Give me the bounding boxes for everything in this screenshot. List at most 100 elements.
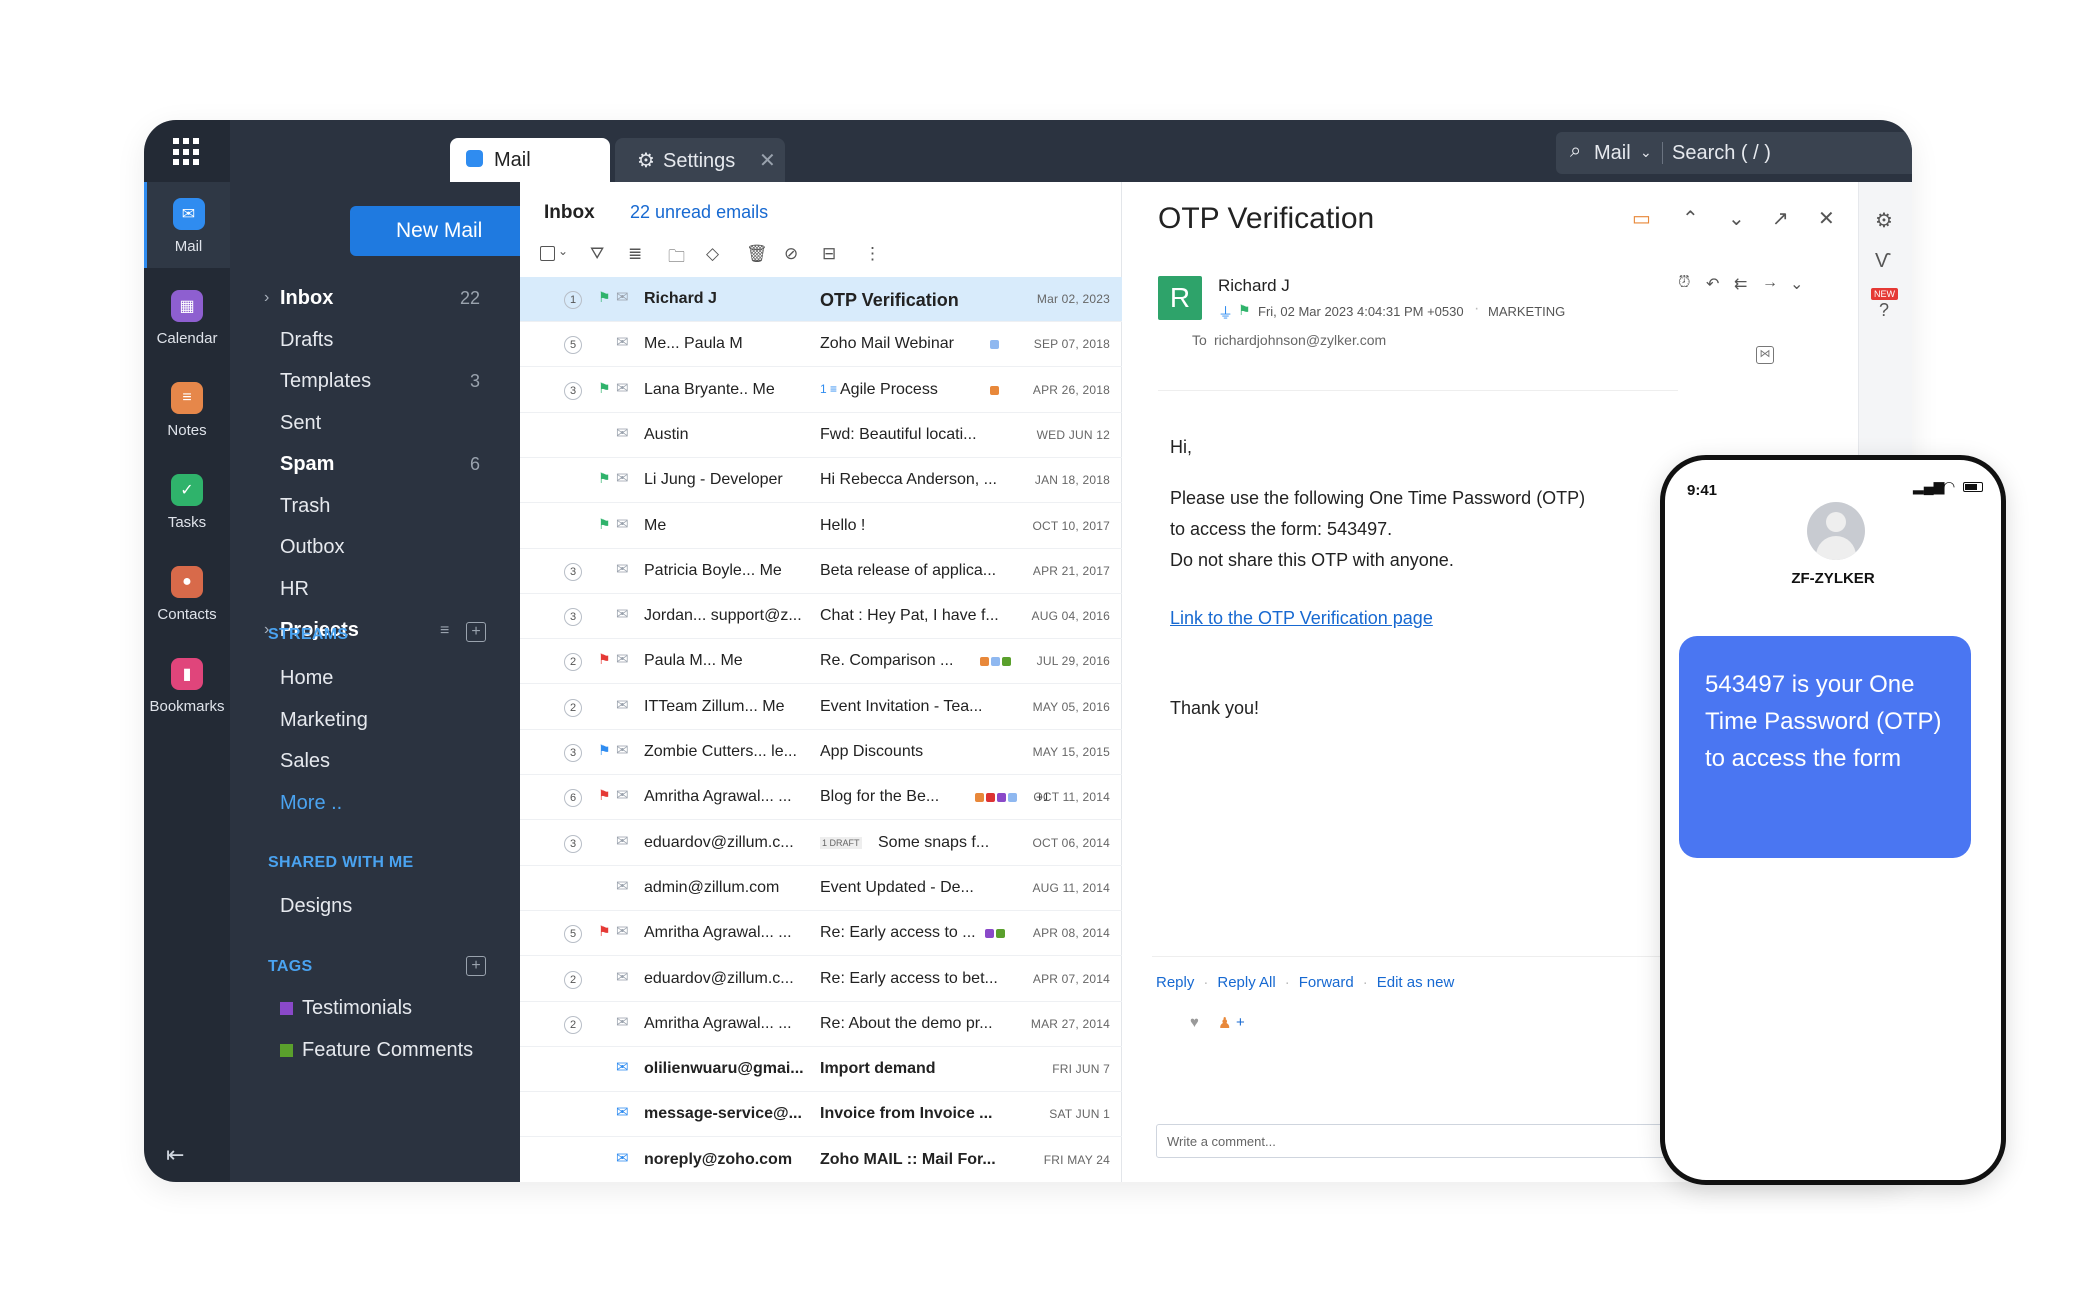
rail-app-notes[interactable]: ≡ Notes [144,366,230,452]
mail-row[interactable]: 3 ✉ Patricia Boyle... Me Beta release of ap… [520,549,1122,594]
action-reply[interactable]: Reply [1156,974,1194,991]
mail-row[interactable]: 2 ✉ eduardov@zillum.c... Re: Early access t… [520,957,1122,1002]
folder-move-icon[interactable]: 🗀︎ [668,244,685,273]
mail-row[interactable]: 5 ⚑ ✉ Amritha Agrawal... ... Re: Early acces… [520,911,1122,957]
add-reaction-icon[interactable]: + [1236,1014,1245,1031]
search-bar[interactable]: ⌕ Mail ⌄ Search ( / ) [1556,132,1912,174]
flag-icon[interactable]: ⚑ [598,516,611,533]
folder-templates[interactable]: Templates 3 [230,361,520,401]
spam-block-icon[interactable]: ⊘ [784,244,798,264]
folder-inbox[interactable]: › Inbox 22 [230,278,520,318]
mail-row[interactable]: ✉ message-service@... Invoice from Invoice… [520,1092,1122,1138]
tag-icon[interactable]: ◇ [706,244,719,264]
rail-app-contacts[interactable]: ● Contacts [144,550,230,636]
select-checkbox[interactable] [540,246,555,261]
expand-chevron-icon[interactable]: › [264,278,269,318]
mail-row[interactable]: 2 ⚑ ✉ Paula M... Me Re. Comparison ... JUL 29… [520,639,1122,685]
open-new-window-icon[interactable]: ↗ [1772,206,1789,231]
archive-icon[interactable]: ⊟ [822,244,836,264]
otp-verification-link[interactable]: Link to the OTP Verification page [1170,608,1433,629]
tag-item[interactable]: Feature Comments [230,1030,520,1070]
rail-app-mail[interactable]: ✉ Mail [144,182,230,268]
recipient-address[interactable]: richardjohnson@zylker.com [1214,332,1386,348]
mail-row[interactable]: 3 ⚑ ✉ Zombie Cutters... le... App Discounts M… [520,730,1122,775]
previous-email-icon[interactable]: ⌃ [1682,206,1699,231]
action-reply-all[interactable]: Reply All [1217,974,1275,991]
search-input[interactable]: Search ( / ) [1672,142,1771,165]
mail-row[interactable]: 5 ✉ Me... Paula M Zoho Mail Webinar SEP 07, … [520,322,1122,368]
streams-more-link[interactable]: More .. [230,783,520,823]
next-email-icon[interactable]: ⌄ [1728,206,1745,231]
mail-row[interactable]: 2 ✉ Amritha Agrawal... ... Re: About the de… [520,1002,1122,1047]
stream-home[interactable]: Home [230,658,520,698]
folder-hr[interactable]: HR [230,569,520,609]
rail-app-bookmarks[interactable]: ▮ Bookmarks [144,642,230,728]
flag-icon[interactable]: ⚑ [598,742,611,759]
sender-name[interactable]: Richard J [1218,276,1290,296]
mail-row[interactable]: ✉ admin@zillum.com Event Updated - De... AU… [520,866,1122,911]
flag-icon[interactable]: ⚑ [598,470,611,487]
mail-row[interactable]: ✉ Austin Fwd: Beautiful locati... WED JUN 1… [520,413,1122,458]
flag-icon[interactable]: ⚑ [598,923,611,940]
mail-row[interactable]: ✉ noreply@zoho.com Zoho MAIL :: Mail For..… [520,1138,1122,1182]
mail-row[interactable]: 6 ⚑ ✉ Amritha Agrawal... ... Blog for the Be… [520,775,1122,821]
add-tag-icon[interactable]: + [466,956,486,976]
flag-icon[interactable]: ⚑ [598,380,611,397]
action-edit-as-new[interactable]: Edit as new [1377,974,1455,991]
unread-emails-link[interactable]: 22 unread emails [630,202,768,223]
folder-drafts[interactable]: Drafts [230,320,520,360]
mention-icon[interactable]: ♟ [1218,1014,1231,1032]
collapse-sidebar-icon[interactable]: ⇤ [166,1142,184,1168]
tag-item[interactable]: Testimonials [230,988,520,1028]
rail-app-calendar[interactable]: ▦ Calendar [144,274,230,360]
select-chevron-icon[interactable]: ⌄ [558,244,568,258]
shared-item-designs[interactable]: Designs [230,886,520,926]
reminder-icon[interactable]: ⏰︎ [1678,274,1690,292]
settings-icon[interactable]: ⚙ [1875,208,1893,233]
view-options-icon[interactable]: ≣ [628,244,642,264]
stream-filter-icon[interactable]: ≡ [440,622,449,640]
folder-sent[interactable]: Sent [230,403,520,443]
mail-row[interactable]: ✉ olilienwuaru@gmai... Import demand FRI JU… [520,1047,1122,1093]
folder-outbox[interactable]: Outbox [230,527,520,567]
folder-spam[interactable]: Spam 6 [230,444,520,484]
forward-icon[interactable]: → [1762,274,1778,292]
rail-app-tasks[interactable]: ✓ Tasks [144,458,230,544]
stream-marketing[interactable]: Marketing [230,700,520,740]
help-icon[interactable]: ? [1879,300,1889,321]
tab-settings[interactable]: ⚙ Settings ✕ [615,138,785,182]
delete-icon[interactable]: 🗑︎ [746,244,768,264]
flag-icon[interactable]: ⚑ [598,651,611,668]
search-scope[interactable]: Mail [1594,142,1631,165]
mail-row[interactable]: 2 ✉ ITTeam Zillum... Me Event Invitation - … [520,685,1122,730]
more-chevron-icon[interactable]: ⌄ [1790,274,1803,294]
green-flag-icon[interactable]: ⚑ [1238,302,1251,319]
flag-icon[interactable]: ⚑ [598,289,611,306]
mail-row[interactable]: ⚑ ✉ Me Hello ! OCT 10, 2017 [520,504,1122,549]
action-forward[interactable]: Forward [1299,974,1354,991]
close-tab-icon[interactable]: ✕ [759,148,776,173]
mail-row[interactable]: ⚑ ✉ Li Jung - Developer Hi Rebecca Anderson… [520,458,1122,504]
flag-icon[interactable]: ⚑ [598,787,611,804]
add-stream-icon[interactable]: + [466,622,486,642]
tab-mail[interactable]: Mail [450,138,610,182]
like-icon[interactable]: ♥ [1190,1014,1199,1031]
mail-row[interactable]: 1 ⚑ ✉ Richard J OTP Verification Mar 02, 2023 [520,277,1122,322]
mail-row[interactable]: 3 ⚑ ✉ Lana Bryante.. Me 1 ≡ Agile Process APR … [520,368,1122,413]
reply-all-icon[interactable]: ⇇ [1734,274,1747,294]
mail-row[interactable]: 3 ✉ Jordan... support@z... Chat : Hey Pat, … [520,594,1122,640]
more-options-icon[interactable]: ⋮ [864,244,881,264]
stream-sales[interactable]: Sales [230,741,520,781]
mail-date: FRI JUN 7 [1052,1062,1110,1077]
reply-icon[interactable]: ↶ [1706,274,1719,294]
email-tag[interactable]: MARKETING [1488,304,1565,319]
share-icon[interactable]: ⋈ [1756,346,1774,364]
filter-icon[interactable]: ⛛ [590,244,604,264]
folder-trash[interactable]: Trash [230,486,520,526]
comment-input[interactable]: Write a comment... [1156,1124,1696,1158]
compose-tab-icon[interactable]: ▭ [1632,206,1651,231]
app-grid-icon[interactable] [173,138,201,166]
mail-row[interactable]: 3 ✉ eduardov@zillum.c... 1 DRAFT Some snaps … [520,821,1122,866]
vani-icon[interactable]: Ѵ [1875,250,1891,273]
close-email-icon[interactable]: ✕ [1818,206,1835,231]
